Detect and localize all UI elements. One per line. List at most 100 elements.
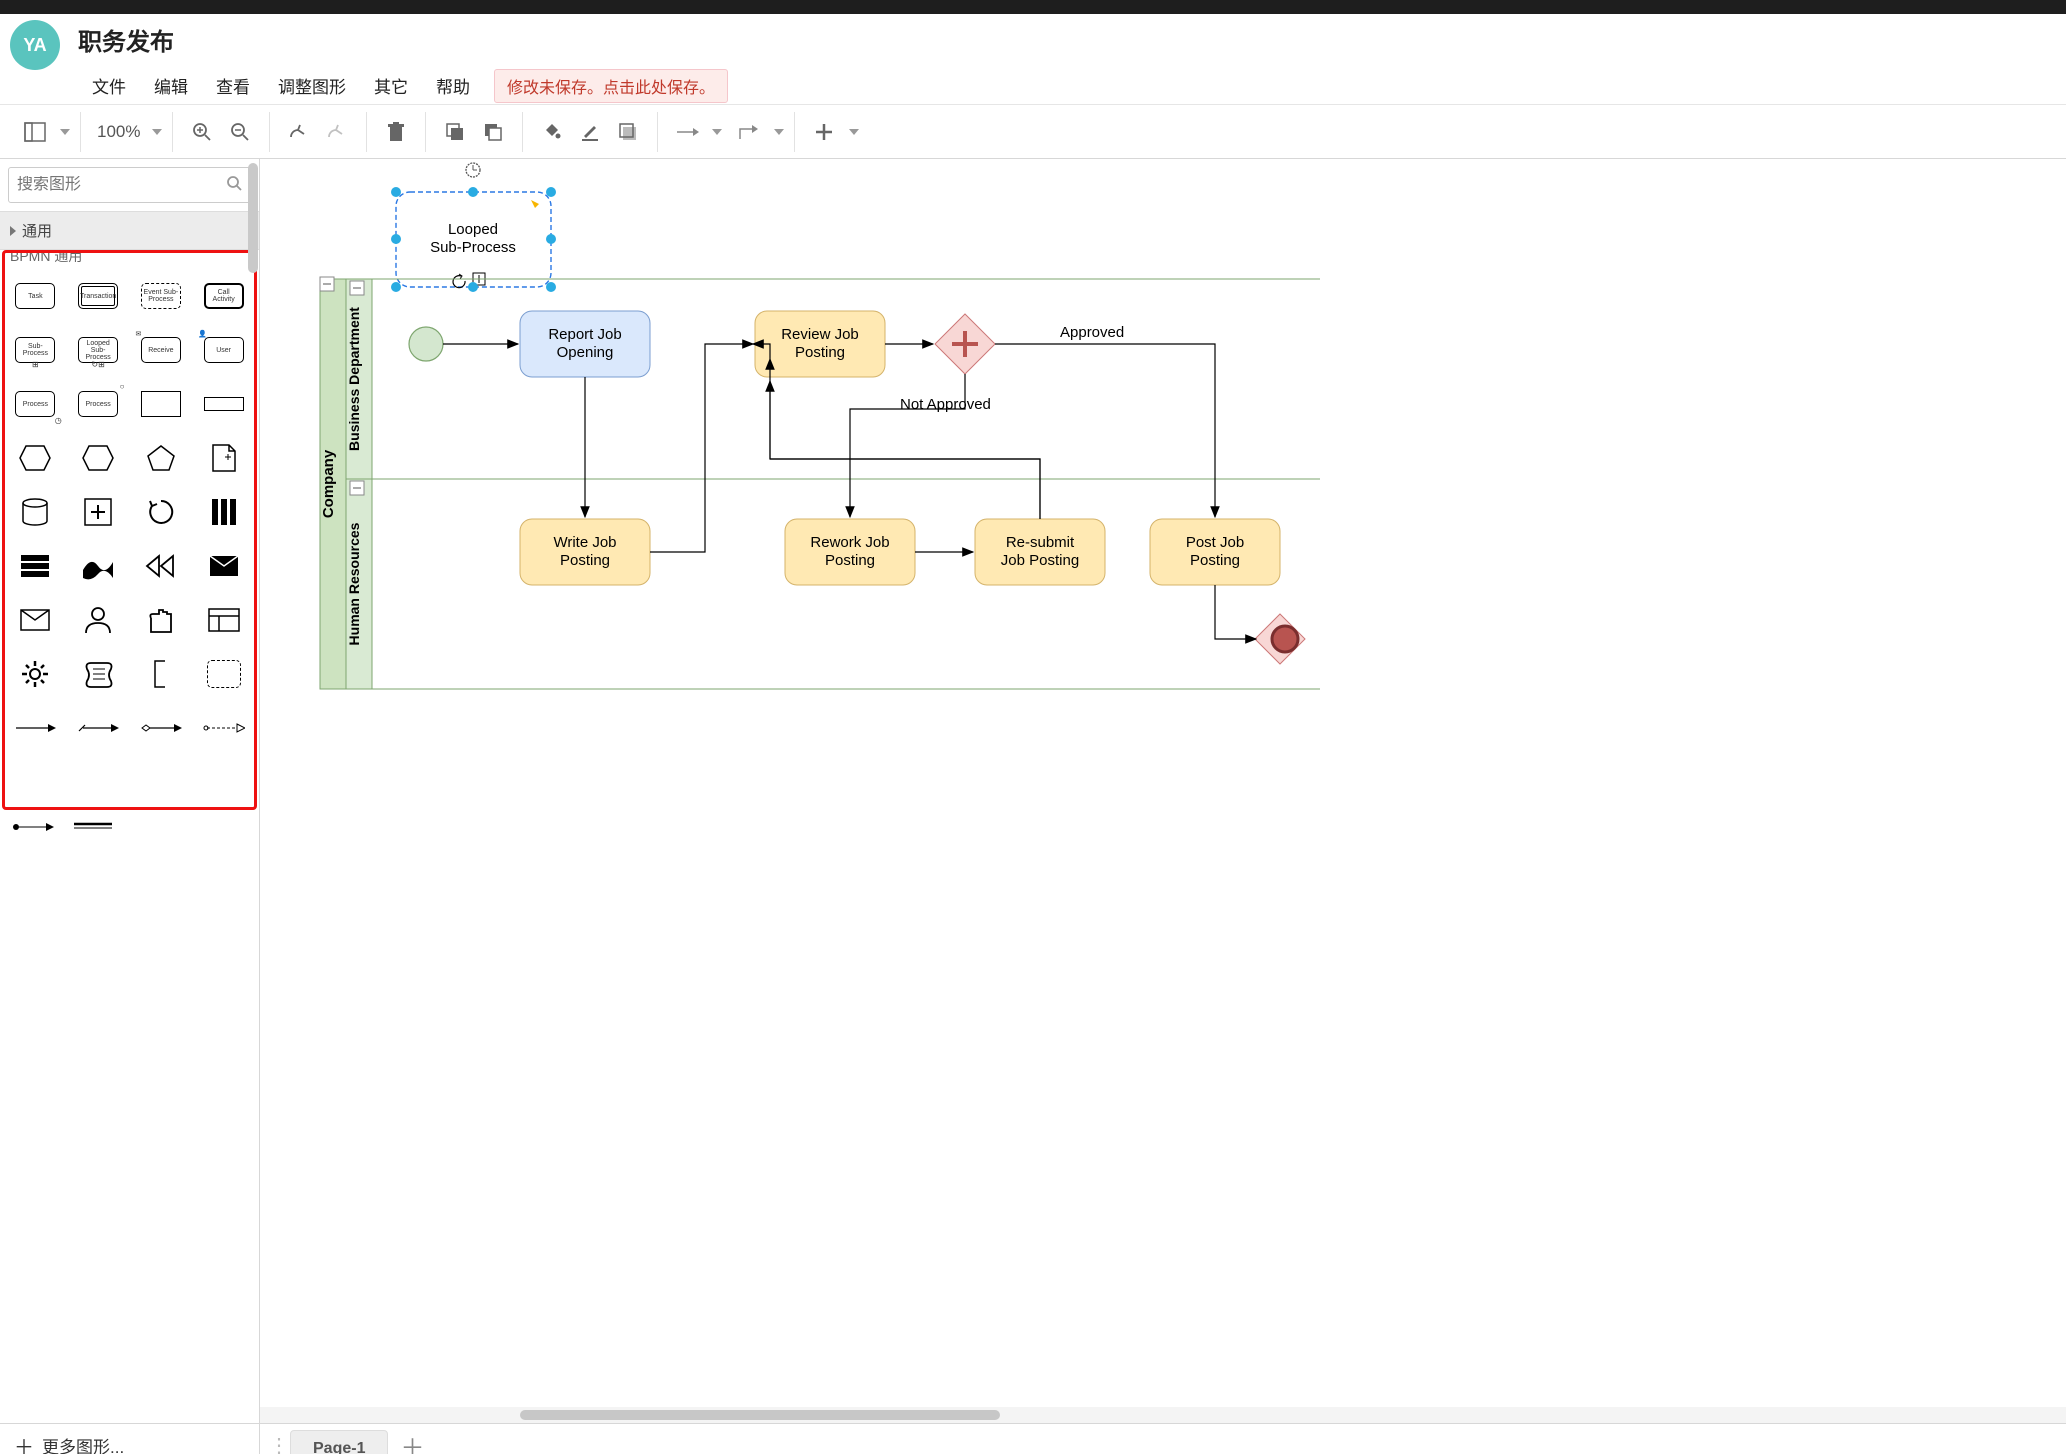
zoom-level[interactable]: 100% bbox=[91, 122, 146, 142]
redo-button[interactable] bbox=[318, 113, 356, 151]
chevron-down-icon[interactable] bbox=[152, 129, 162, 135]
task-write-job-posting[interactable]: Write Job Posting bbox=[520, 519, 650, 585]
line-color-button[interactable] bbox=[571, 113, 609, 151]
delete-button[interactable] bbox=[377, 113, 415, 151]
shape-sequence-flow[interactable] bbox=[8, 708, 63, 748]
section-general[interactable]: 通用 bbox=[0, 211, 259, 250]
gateway-approval[interactable] bbox=[935, 314, 995, 374]
toolbar: 100% bbox=[0, 105, 2066, 159]
diagram-canvas[interactable]: Looped Sub-Process Company bbox=[260, 159, 2066, 1423]
to-front-button[interactable] bbox=[436, 113, 474, 151]
edge-write-review[interactable] bbox=[650, 344, 753, 552]
sidebar-scrollbar[interactable] bbox=[248, 163, 258, 273]
add-page-button[interactable]: ＋ bbox=[394, 1428, 430, 1454]
shape-looped-subprocess[interactable]: Looped Sub-Process↻⊞ bbox=[71, 330, 126, 370]
shape-annotation[interactable] bbox=[134, 654, 189, 694]
shape-business-rule[interactable] bbox=[196, 600, 251, 640]
shape-task[interactable]: Task bbox=[8, 276, 63, 316]
selected-shape[interactable]: Looped Sub-Process bbox=[391, 187, 556, 292]
fill-color-button[interactable] bbox=[533, 113, 571, 151]
shape-search[interactable] bbox=[8, 167, 251, 203]
shape-script[interactable] bbox=[71, 654, 126, 694]
shape-conditional-flow[interactable] bbox=[134, 708, 189, 748]
page-tab-1[interactable]: Page-1 bbox=[290, 1430, 388, 1454]
shape-link[interactable] bbox=[12, 822, 54, 832]
menu-extras[interactable]: 其它 bbox=[360, 67, 422, 104]
chevron-down-icon[interactable] bbox=[849, 129, 859, 135]
panel-toggle-button[interactable] bbox=[16, 113, 54, 151]
more-shapes-button[interactable]: ＋ 更多图形... bbox=[0, 1424, 260, 1454]
chevron-down-icon[interactable] bbox=[774, 129, 784, 135]
svg-text:Posting: Posting bbox=[795, 344, 845, 361]
shape-default-flow[interactable] bbox=[71, 708, 126, 748]
menu-help[interactable]: 帮助 bbox=[422, 67, 484, 104]
shape-loop[interactable] bbox=[134, 492, 189, 532]
shape-compensation[interactable] bbox=[134, 546, 189, 586]
shape-subprocess[interactable]: Sub-Process⊞ bbox=[8, 330, 63, 370]
diagram-svg[interactable]: Looped Sub-Process Company bbox=[260, 159, 1320, 919]
scrollbar-thumb[interactable] bbox=[520, 1410, 1000, 1420]
shape-manual[interactable] bbox=[134, 600, 189, 640]
shape-message-filled[interactable] bbox=[196, 546, 251, 586]
edge-gateway-post[interactable] bbox=[995, 344, 1215, 517]
shape-sidebar: 通用 BPMN 通用 Task Transaction Event Sub-Pr… bbox=[0, 159, 260, 1423]
shape-adhoc[interactable] bbox=[71, 546, 126, 586]
unsaved-changes-banner[interactable]: 修改未保存。点击此处保存。 bbox=[494, 69, 728, 103]
add-button[interactable] bbox=[805, 113, 843, 151]
horizontal-scrollbar[interactable] bbox=[260, 1407, 2066, 1423]
task-post-job-posting[interactable]: Post Job Posting bbox=[1150, 519, 1280, 585]
edge-post-end[interactable] bbox=[1215, 585, 1256, 639]
shadow-button[interactable] bbox=[609, 113, 647, 151]
shape-service-gear[interactable] bbox=[8, 654, 63, 694]
menu-arrange[interactable]: 调整图形 bbox=[264, 67, 360, 104]
shape-message-flow[interactable] bbox=[196, 708, 251, 748]
shape-parallel-bars[interactable] bbox=[196, 492, 251, 532]
shape-hexagon-2[interactable] bbox=[71, 438, 126, 478]
undo-button[interactable] bbox=[280, 113, 318, 151]
svg-text:Review Job: Review Job bbox=[781, 326, 859, 343]
shape-rectangle-thin[interactable] bbox=[196, 384, 251, 424]
zoom-out-button[interactable] bbox=[221, 113, 259, 151]
shape-sequential-bars[interactable] bbox=[8, 546, 63, 586]
page-drag-handle[interactable]: ⋮ bbox=[268, 1433, 290, 1454]
waypoint-style-button[interactable] bbox=[730, 113, 768, 151]
shape-receive[interactable]: Receive✉ bbox=[134, 330, 189, 370]
shape-datastore[interactable] bbox=[8, 492, 63, 532]
shape-message-outline[interactable] bbox=[8, 600, 63, 640]
document-title[interactable]: 职务发布 bbox=[78, 22, 728, 57]
task-rework-job-posting[interactable]: Rework Job Posting bbox=[785, 519, 915, 585]
to-back-button[interactable] bbox=[474, 113, 512, 151]
shape-pentagon[interactable] bbox=[134, 438, 189, 478]
search-icon[interactable] bbox=[226, 175, 242, 196]
shape-association[interactable] bbox=[72, 822, 114, 830]
shape-hexagon[interactable] bbox=[8, 438, 63, 478]
shape-call-activity[interactable]: Call Activity bbox=[196, 276, 251, 316]
search-input[interactable] bbox=[17, 176, 226, 194]
shape-process-timer[interactable]: Process◷ bbox=[8, 384, 63, 424]
task-resubmit-job-posting[interactable]: Re-submit Job Posting bbox=[975, 519, 1105, 585]
shape-event-subprocess[interactable]: Event Sub-Process bbox=[134, 276, 189, 316]
end-event[interactable] bbox=[1255, 614, 1305, 664]
triangle-right-icon bbox=[10, 226, 16, 236]
shape-rectangle[interactable] bbox=[134, 384, 189, 424]
edge-resubmit-review-body[interactable] bbox=[770, 459, 1040, 519]
menu-view[interactable]: 查看 bbox=[202, 67, 264, 104]
shape-user-icon[interactable] bbox=[71, 600, 126, 640]
menu-file[interactable]: 文件 bbox=[78, 67, 140, 104]
shape-user[interactable]: User👤 bbox=[196, 330, 251, 370]
connection-style-button[interactable] bbox=[668, 113, 706, 151]
start-event[interactable] bbox=[409, 327, 443, 361]
menu-edit[interactable]: 编辑 bbox=[140, 67, 202, 104]
shape-document[interactable] bbox=[196, 438, 251, 478]
chevron-down-icon[interactable] bbox=[60, 129, 70, 135]
shape-group-dashed[interactable] bbox=[196, 654, 251, 694]
shape-plus-box[interactable] bbox=[71, 492, 126, 532]
chevron-down-icon[interactable] bbox=[712, 129, 722, 135]
task-report-job-opening[interactable]: Report Job Opening bbox=[520, 311, 650, 377]
task-review-job-posting[interactable]: Review Job Posting bbox=[755, 311, 885, 377]
shape-transaction[interactable]: Transaction bbox=[71, 276, 126, 316]
svg-text:Post Job: Post Job bbox=[1186, 534, 1244, 551]
shape-process-event[interactable]: Process○ bbox=[71, 384, 126, 424]
user-avatar[interactable]: YA bbox=[10, 20, 60, 70]
zoom-in-button[interactable] bbox=[183, 113, 221, 151]
